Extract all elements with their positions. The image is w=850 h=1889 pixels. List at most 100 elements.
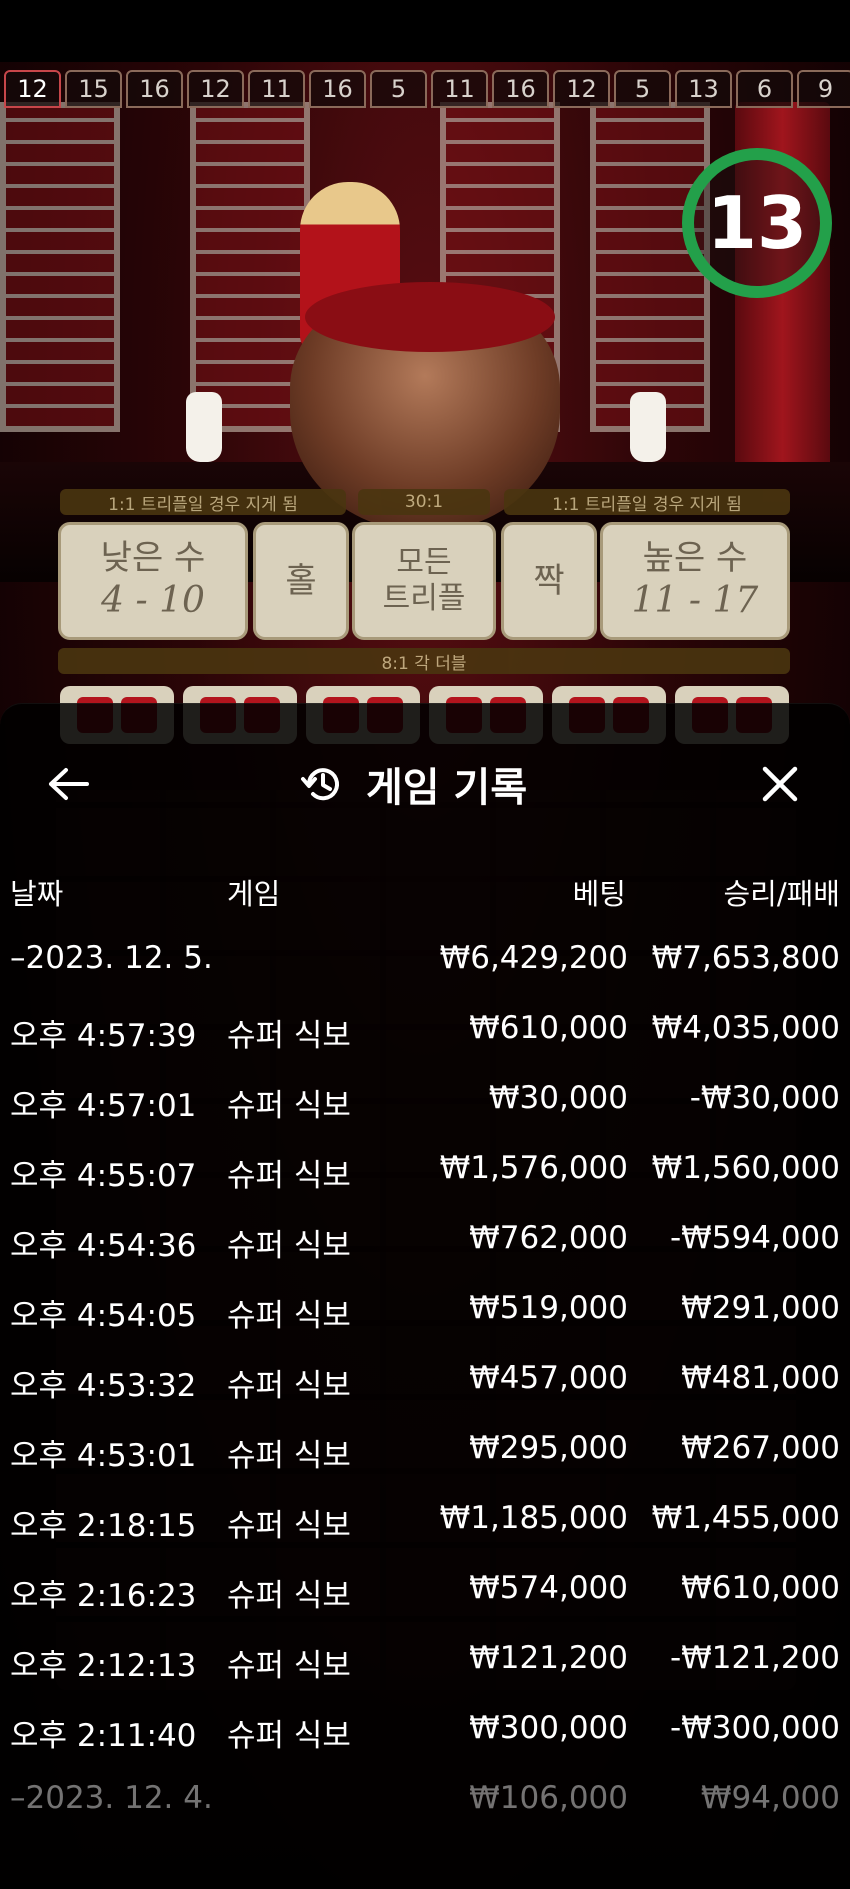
scroll-fade-overlay [0, 1804, 850, 1889]
win-loss-amount: -₩121,200 [669, 1640, 840, 1676]
round-time: 오후 4:57:01 [10, 1088, 197, 1124]
round-time: 오후 2:16:23 [10, 1578, 197, 1614]
win-loss-amount: ₩4,035,000 [651, 1010, 840, 1046]
table-row[interactable]: 오후 4:53:32 슈퍼 식보 ₩457,000 ₩481,000 [0, 1346, 850, 1416]
bet-any-triple-line1: 모든 [396, 545, 452, 580]
game-name: 슈퍼 식보 [227, 1718, 351, 1754]
win-loss-amount: ₩1,455,000 [651, 1500, 840, 1536]
history-result: 9 [797, 70, 850, 108]
history-result: 13 [675, 70, 732, 108]
game-name: 슈퍼 식보 [227, 1228, 351, 1264]
bet-big-label: 높은 수 [642, 538, 748, 578]
win-loss-amount: ₩291,000 [681, 1290, 840, 1326]
history-result: 12 [4, 70, 61, 108]
history-result: 5 [370, 70, 427, 108]
panel-header: 게임 기록 [0, 704, 850, 862]
bet-amount: ₩762,000 [469, 1220, 628, 1256]
table-row[interactable]: 오후 2:11:40 슈퍼 식보 ₩300,000 -₩300,000 [0, 1696, 850, 1766]
table-row[interactable]: 오후 2:18:15 슈퍼 식보 ₩1,185,000 ₩1,455,000 [0, 1486, 850, 1556]
table-row[interactable]: 오후 4:55:07 슈퍼 식보 ₩1,576,000 ₩1,560,000 [0, 1136, 850, 1206]
back-button[interactable] [40, 756, 96, 812]
bet-amount: ₩300,000 [469, 1710, 628, 1746]
bet-small-range: 4 - 10 [101, 580, 205, 621]
bet-amount: ₩30,000 [488, 1080, 628, 1116]
win-loss-total: ₩7,653,800 [651, 940, 840, 976]
column-header-bet: 베팅 [572, 877, 626, 911]
table-top [305, 282, 555, 352]
bet-small-label: 낮은 수 [100, 538, 206, 578]
bet-odd-label: 홀 [285, 561, 317, 601]
arrow-left-icon [49, 768, 89, 800]
history-table-body: –2023. 12. 5. ₩6,429,200 ₩7,653,800 오후 4… [0, 926, 850, 1836]
game-name: 슈퍼 식보 [227, 1648, 351, 1684]
timer-value: 13 [706, 181, 808, 265]
history-result: 16 [126, 70, 183, 108]
win-loss-amount: -₩30,000 [689, 1080, 840, 1116]
table-row[interactable]: 오후 2:16:23 슈퍼 식보 ₩574,000 ₩610,000 [0, 1556, 850, 1626]
round-time: 오후 4:55:07 [10, 1158, 197, 1194]
payout-strip-right: 1:1 트리플일 경우 지게 됨 [504, 489, 790, 515]
column-header-date: 날짜 [10, 877, 64, 911]
round-time: 오후 4:53:32 [10, 1368, 197, 1404]
double-payout-strip: 8:1 각 더블 [58, 648, 790, 674]
bet-any-triple-line2: 트리플 [382, 581, 466, 616]
history-result: 6 [736, 70, 793, 108]
close-button[interactable] [752, 756, 808, 812]
column-header-win-loss: 승리/패배 [723, 877, 841, 911]
round-time: 오후 2:18:15 [10, 1508, 197, 1544]
game-name: 슈퍼 식보 [227, 1158, 351, 1194]
column-header-game: 게임 [227, 877, 281, 911]
table-row[interactable]: 오후 4:54:05 슈퍼 식보 ₩519,000 ₩291,000 [0, 1276, 850, 1346]
bet-big-button[interactable]: 높은 수 11 - 17 [600, 522, 790, 640]
bet-odd-button[interactable]: 홀 [253, 522, 349, 640]
bet-amount: ₩610,000 [469, 1010, 628, 1046]
game-name: 슈퍼 식보 [227, 1578, 351, 1614]
win-loss-amount: -₩594,000 [669, 1220, 840, 1256]
bet-any-triple-button[interactable]: 모든 트리플 [352, 522, 496, 640]
bet-amount: ₩457,000 [469, 1360, 628, 1396]
history-result: 11 [248, 70, 305, 108]
date-group-row[interactable]: –2023. 12. 5. ₩6,429,200 ₩7,653,800 [0, 926, 850, 996]
bet-amount: ₩295,000 [469, 1430, 628, 1466]
history-result: 15 [65, 70, 122, 108]
history-icon [301, 768, 339, 801]
bet-big-range: 11 - 17 [631, 580, 759, 621]
history-result: 5 [614, 70, 671, 108]
table-row[interactable]: 오후 4:53:01 슈퍼 식보 ₩295,000 ₩267,000 [0, 1416, 850, 1486]
bet-amount: ₩519,000 [469, 1290, 628, 1326]
bet-amount: ₩1,576,000 [439, 1150, 628, 1186]
bet-total: ₩6,429,200 [439, 940, 628, 976]
table-row[interactable]: 오후 4:54:36 슈퍼 식보 ₩762,000 -₩594,000 [0, 1206, 850, 1276]
round-time: 오후 2:11:40 [10, 1718, 197, 1754]
win-loss-amount: -₩300,000 [669, 1710, 840, 1746]
game-history-panel: 게임 기록 날짜 게임 베팅 승리/패배 –2023. 12. 5. ₩6,42… [0, 703, 850, 1889]
page-title: 게임 기록 [366, 765, 528, 811]
game-name: 슈퍼 식보 [227, 1298, 351, 1334]
win-loss-amount: ₩610,000 [681, 1570, 840, 1606]
bet-amount: ₩1,185,000 [439, 1500, 628, 1536]
decor-screen-panel [590, 102, 710, 432]
table-row[interactable]: 오후 2:12:13 슈퍼 식보 ₩121,200 -₩121,200 [0, 1626, 850, 1696]
table-row[interactable]: 오후 4:57:01 슈퍼 식보 ₩30,000 -₩30,000 [0, 1066, 850, 1136]
decor-screen-panel [0, 102, 120, 432]
bet-amount: ₩574,000 [469, 1570, 628, 1606]
payout-strip-center: 30:1 [358, 489, 490, 515]
history-table-header: 날짜 게임 베팅 승리/패배 [0, 859, 850, 919]
close-icon [762, 766, 798, 802]
game-name: 슈퍼 식보 [227, 1088, 351, 1124]
game-name: 슈퍼 식보 [227, 1438, 351, 1474]
bet-small-button[interactable]: 낮은 수 4 - 10 [58, 522, 248, 640]
round-time: 오후 4:54:36 [10, 1228, 197, 1264]
bet-even-button[interactable]: 짝 [501, 522, 597, 640]
win-loss-amount: ₩267,000 [681, 1430, 840, 1466]
results-history-strip: 12 15 16 12 11 16 5 11 16 12 5 13 6 9 [4, 70, 850, 108]
round-time: 오후 2:12:13 [10, 1648, 197, 1684]
payout-strip-left: 1:1 트리플일 경우 지게 됨 [60, 489, 346, 515]
betting-timer: 13 [682, 148, 832, 298]
win-loss-amount: ₩1,560,000 [651, 1150, 840, 1186]
panel-title-group: 게임 기록 [300, 756, 527, 812]
table-row[interactable]: 오후 4:57:39 슈퍼 식보 ₩610,000 ₩4,035,000 [0, 996, 850, 1066]
decor-vase [186, 392, 222, 462]
decor-vase [630, 392, 666, 462]
round-time: 오후 4:53:01 [10, 1438, 197, 1474]
